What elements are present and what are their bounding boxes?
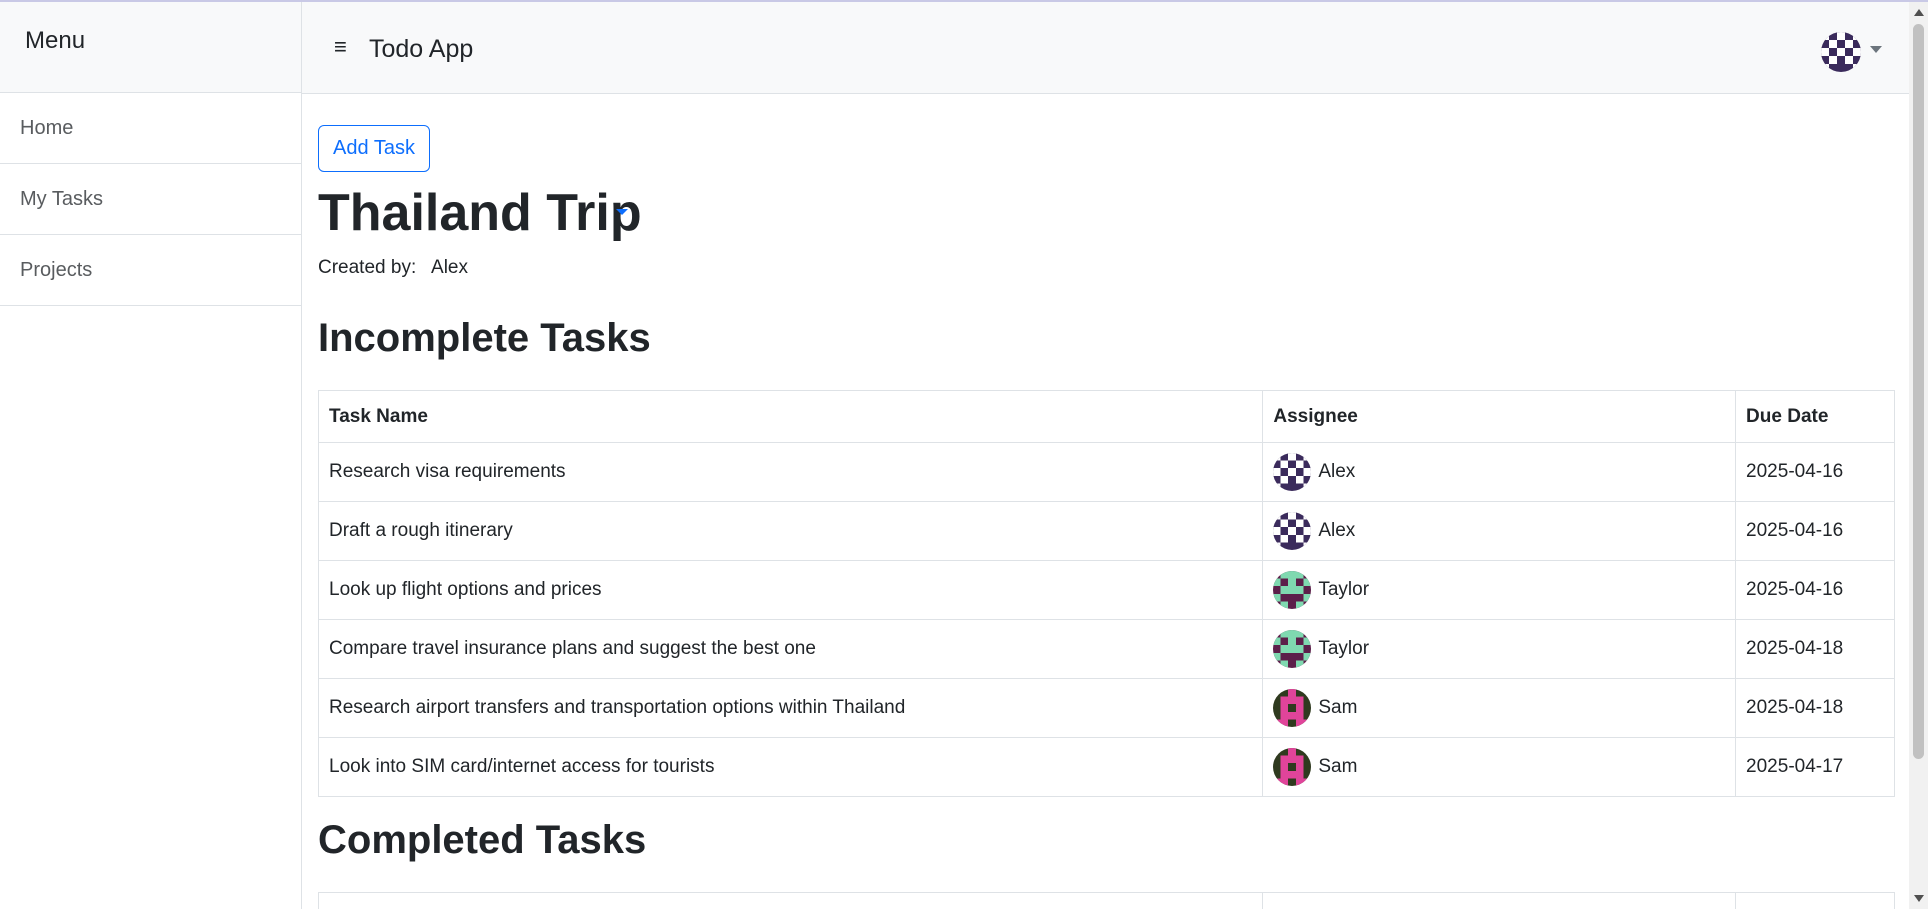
scroll-down-arrow-icon[interactable]	[1914, 895, 1924, 902]
sidebar-title: Menu	[0, 2, 301, 93]
avatar-alex	[1273, 453, 1312, 491]
task-due-date: 2025-04-16	[1735, 442, 1895, 502]
table-row[interactable]: Research airport transfers and transport…	[317, 678, 1895, 738]
task-name[interactable]: Look into SIM card/internet access for t…	[317, 737, 1264, 797]
assignee-name: Taylor	[1318, 638, 1370, 659]
user-avatar[interactable]	[1821, 32, 1861, 72]
assignee-name: Alex	[1318, 520, 1356, 541]
task-assignee: Taylor	[1262, 560, 1737, 620]
incomplete-tasks-heading: Incomplete Tasks	[318, 316, 651, 360]
task-due-date: 2025-04-17	[1735, 737, 1895, 797]
table-row[interactable]: Compare travel insurance plans and sugge…	[317, 619, 1895, 679]
assignee-name: Alex	[1318, 461, 1356, 482]
table-row[interactable]: Research visa requirements Alex 2025-04-…	[317, 442, 1895, 502]
task-assignee: Taylor	[1262, 619, 1737, 679]
created-by: Created by: Alex	[318, 257, 468, 279]
created-by-label: Created by:	[318, 257, 417, 278]
completed-tasks-table	[317, 892, 1895, 909]
completed-tasks-heading: Completed Tasks	[318, 818, 647, 862]
table-row[interactable]: Look up flight options and prices Taylor	[317, 560, 1895, 620]
project-title: Thailand Trip	[318, 184, 642, 242]
column-header-assignee: Assignee	[1262, 390, 1737, 443]
top-navbar: ≡ Todo App	[302, 2, 1909, 94]
incomplete-tasks-table: Task Name Assignee Due Date Research vis…	[317, 390, 1895, 797]
column-header-due-date: Due Date	[1735, 390, 1895, 443]
task-due-date: 2025-04-18	[1735, 678, 1895, 738]
sidebar-item-my-tasks[interactable]: My Tasks	[0, 164, 301, 235]
task-due-date: 2025-04-16	[1735, 501, 1895, 561]
task-due-date: 2025-04-18	[1735, 619, 1895, 679]
task-assignee: Sam	[1262, 737, 1737, 797]
task-name[interactable]: Draft a rough itinerary	[317, 501, 1264, 561]
sidebar: Menu Home My Tasks Projects	[0, 2, 302, 909]
column-header-task-name: Task Name	[317, 390, 1264, 443]
task-name[interactable]: Research airport transfers and transport…	[317, 678, 1264, 738]
avatar-taylor	[1273, 630, 1312, 668]
scrollbar-thumb[interactable]	[1913, 24, 1924, 759]
avatar-alex	[1273, 512, 1312, 550]
table-header-row: Task Name Assignee Due Date	[317, 390, 1895, 443]
column-header-due-date	[1735, 892, 1895, 909]
vertical-scrollbar[interactable]	[1909, 2, 1928, 909]
avatar-taylor	[1273, 571, 1312, 609]
task-assignee: Alex	[1262, 501, 1737, 561]
assignee-name: Sam	[1318, 697, 1358, 718]
assignee-name: Taylor	[1318, 579, 1370, 600]
task-name[interactable]: Research visa requirements	[317, 442, 1264, 502]
add-task-button[interactable]: Add Task	[318, 125, 430, 172]
table-header-row	[317, 892, 1895, 909]
sidebar-item-home[interactable]: Home	[0, 93, 301, 164]
app-title: Todo App	[369, 35, 474, 63]
avatar-sam	[1273, 689, 1312, 727]
avatar-sam	[1273, 748, 1312, 786]
hamburger-icon[interactable]: ≡	[334, 36, 356, 58]
created-by-name: Alex	[431, 257, 468, 278]
main-content: Add Task Thailand Trip Created by: Alex …	[302, 94, 1909, 909]
task-name[interactable]: Look up flight options and prices	[317, 560, 1264, 620]
task-assignee: Alex	[1262, 442, 1737, 502]
column-header-assignee	[1262, 892, 1737, 909]
task-name[interactable]: Compare travel insurance plans and sugge…	[317, 619, 1264, 679]
user-menu-caret-icon[interactable]	[1870, 46, 1882, 53]
table-row[interactable]: Look into SIM card/internet access for t…	[317, 737, 1895, 797]
avatar-identicon-alex	[1821, 32, 1861, 72]
scroll-up-arrow-icon[interactable]	[1914, 9, 1924, 16]
sidebar-item-projects[interactable]: Projects	[0, 235, 301, 306]
task-due-date: 2025-04-16	[1735, 560, 1895, 620]
task-assignee: Sam	[1262, 678, 1737, 738]
project-dropdown-caret-icon[interactable]	[616, 209, 628, 215]
assignee-name: Sam	[1318, 756, 1358, 777]
column-header-task-name	[317, 892, 1264, 909]
table-row[interactable]: Draft a rough itinerary Alex 2025-04-16	[317, 501, 1895, 561]
